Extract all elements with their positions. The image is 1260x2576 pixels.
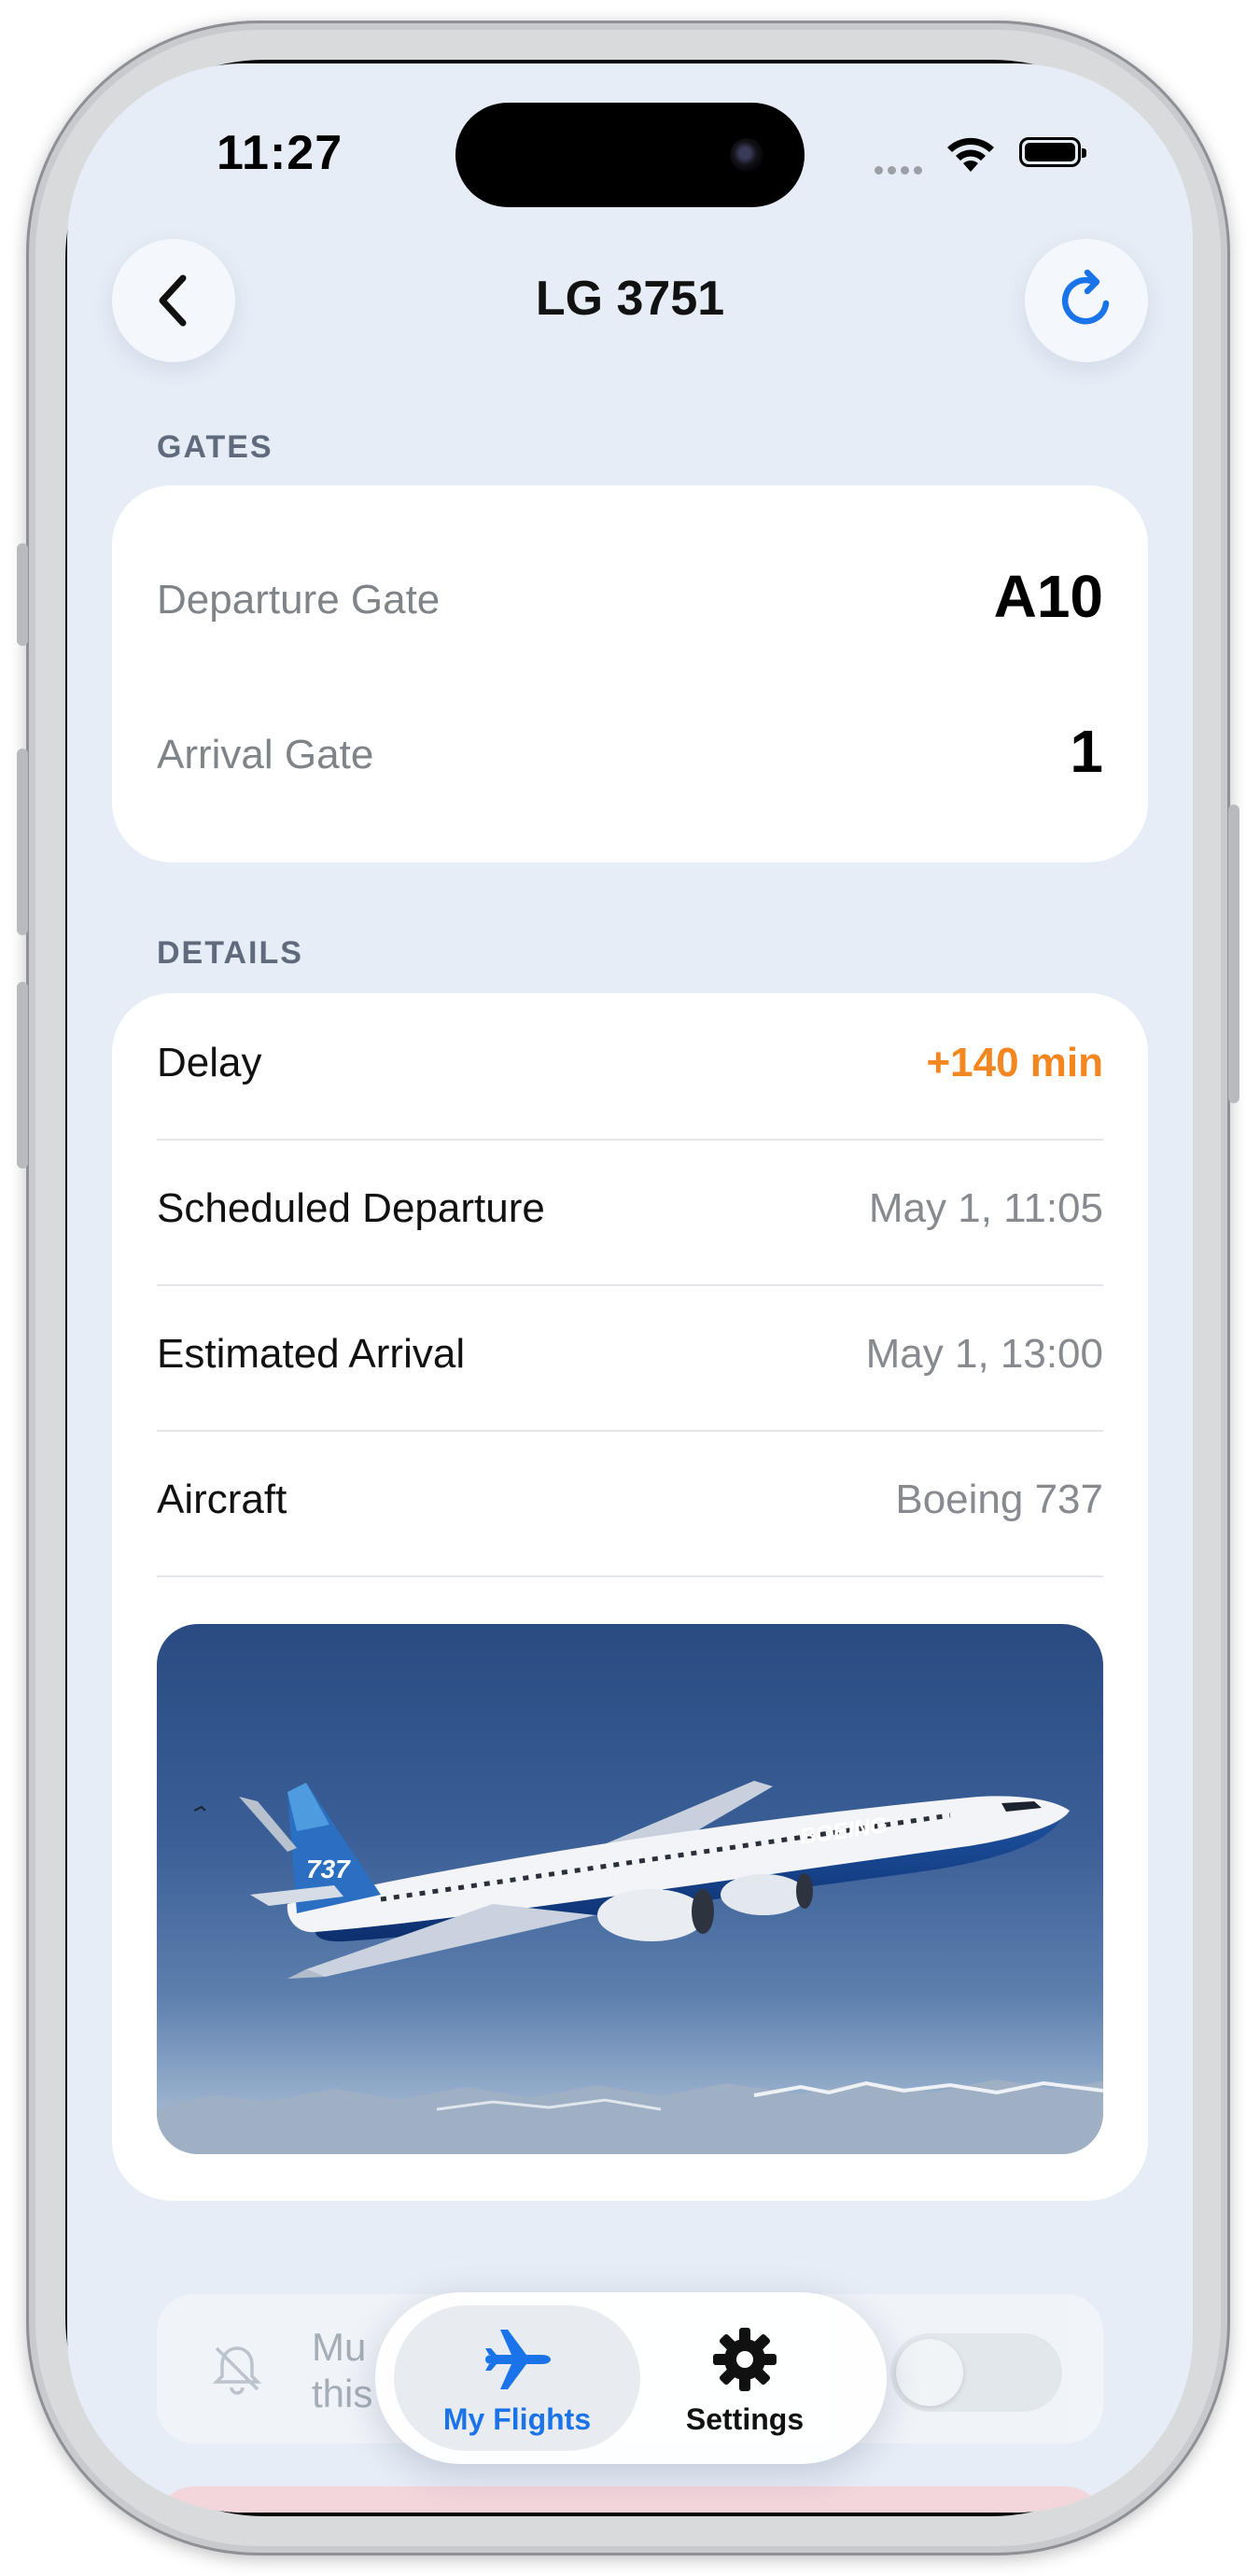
detail-row-aircraft: Aircraft Boeing 737 [157, 1430, 1103, 1577]
gates-card: Departure Gate A10 Arrival Gate 1 [112, 485, 1148, 862]
detail-label: Aircraft [157, 1477, 287, 1522]
volume-up-button [17, 749, 28, 935]
bell-slash-icon [212, 2346, 262, 2395]
aircraft-photo: 737 BOEING [157, 1624, 1103, 2154]
gates-section-label: GATES [157, 429, 273, 465]
toggle-knob [896, 2339, 963, 2406]
aircraft-illustration: 737 BOEING [157, 1781, 1103, 2154]
status-time: 11:27 [217, 126, 343, 180]
details-section-label: DETAILS [157, 935, 303, 971]
wifi-icon [947, 137, 994, 172]
mute-label-line2: this [312, 2372, 373, 2415]
arrival-gate-label: Arrival Gate [157, 732, 374, 777]
detail-value: Boeing 737 [895, 1477, 1103, 1522]
refresh-icon [1061, 269, 1110, 325]
detail-value: May 1, 11:05 [868, 1185, 1103, 1231]
tab-label-my-flights: My Flights [442, 2402, 592, 2436]
detail-row-scheduled-departure: Scheduled Departure May 1, 11:05 [157, 1139, 1103, 1286]
camera-icon [730, 138, 763, 172]
detail-label: Scheduled Departure [157, 1185, 545, 1231]
refresh-button[interactable] [1025, 239, 1148, 362]
tail-text: 737 [306, 1855, 351, 1883]
mute-toggle[interactable] [890, 2333, 1062, 2412]
detail-label: Estimated Arrival [157, 1331, 466, 1377]
detail-value: May 1, 13:00 [865, 1331, 1103, 1377]
delay-value: +140 min [926, 1040, 1103, 1085]
power-button [1228, 805, 1239, 1103]
detail-label: Delay [157, 1040, 262, 1085]
tab-label-settings: Settings [685, 2402, 805, 2436]
tab-settings[interactable]: Settings [622, 2292, 868, 2464]
mute-label: Mu this [312, 2324, 372, 2417]
departure-gate-label: Departure Gate [157, 577, 441, 623]
arrival-gate-value: 1 [1070, 718, 1103, 785]
action-button [17, 543, 28, 646]
destructive-card-edge [157, 2486, 1103, 2513]
volume-down-button [17, 982, 28, 1169]
detail-row-delay: Delay +140 min [157, 993, 1103, 1141]
details-card: Delay +140 min Scheduled Departure May 1… [112, 993, 1148, 2201]
app-screen: 11:27 LG 3751 GATES Departure Gate A10 A… [67, 63, 1193, 2513]
gear-icon [713, 2328, 777, 2391]
departure-gate-value: A10 [993, 563, 1103, 630]
dynamic-island [455, 103, 805, 207]
mute-label-line1: Mu [312, 2325, 367, 2369]
airplane-icon [485, 2330, 551, 2389]
battery-icon [1019, 137, 1086, 167]
detail-row-estimated-arrival: Estimated Arrival May 1, 13:00 [157, 1284, 1103, 1432]
tab-bar: My Flights Settings [375, 2292, 887, 2464]
tab-my-flights[interactable]: My Flights [394, 2292, 640, 2464]
cellular-signal-icon [875, 162, 931, 175]
